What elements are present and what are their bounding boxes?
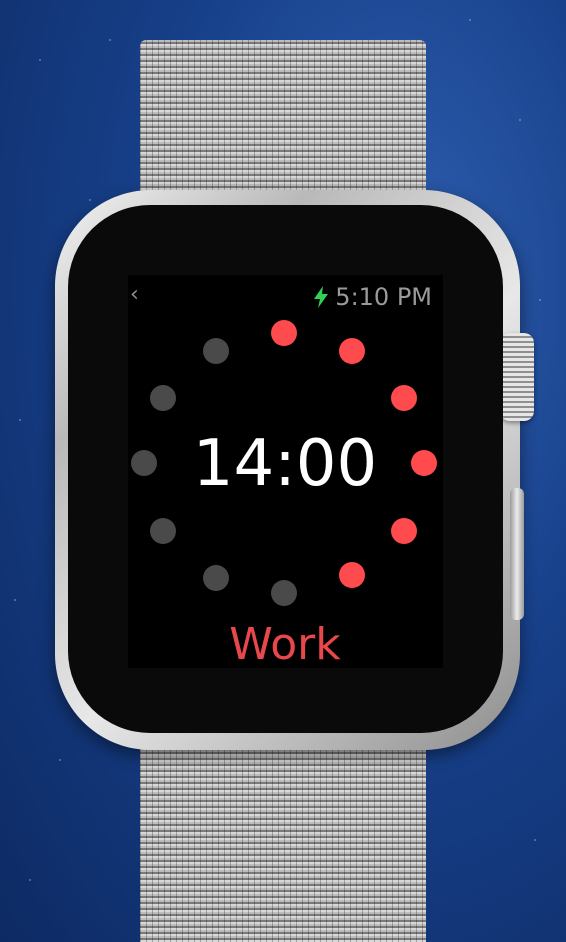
progress-dot-8 (203, 565, 229, 591)
progress-dot-11 (150, 385, 176, 411)
chevron-left-icon: ‹ (130, 282, 139, 307)
progress-dot-12 (203, 338, 229, 364)
progress-dot-1 (271, 320, 297, 346)
progress-dot-9 (150, 518, 176, 544)
timer-value: 14:00 (192, 427, 378, 501)
timer-mode-label: Work (229, 619, 341, 670)
progress-dot-4 (411, 450, 437, 476)
progress-dot-5 (391, 518, 417, 544)
progress-dot-7 (271, 580, 297, 606)
status-bar-clock: 5:10 PM (313, 283, 432, 311)
charging-bolt-icon (314, 286, 329, 308)
progress-dot-6 (339, 562, 365, 588)
back-button[interactable]: ‹ (130, 283, 139, 307)
progress-dot-10 (131, 450, 157, 476)
side-button[interactable] (510, 488, 524, 620)
digital-crown[interactable] (500, 333, 534, 421)
milanese-band-bottom (140, 740, 426, 942)
progress-dot-2 (339, 338, 365, 364)
status-time: 5:10 PM (335, 283, 432, 311)
progress-dot-3 (391, 385, 417, 411)
